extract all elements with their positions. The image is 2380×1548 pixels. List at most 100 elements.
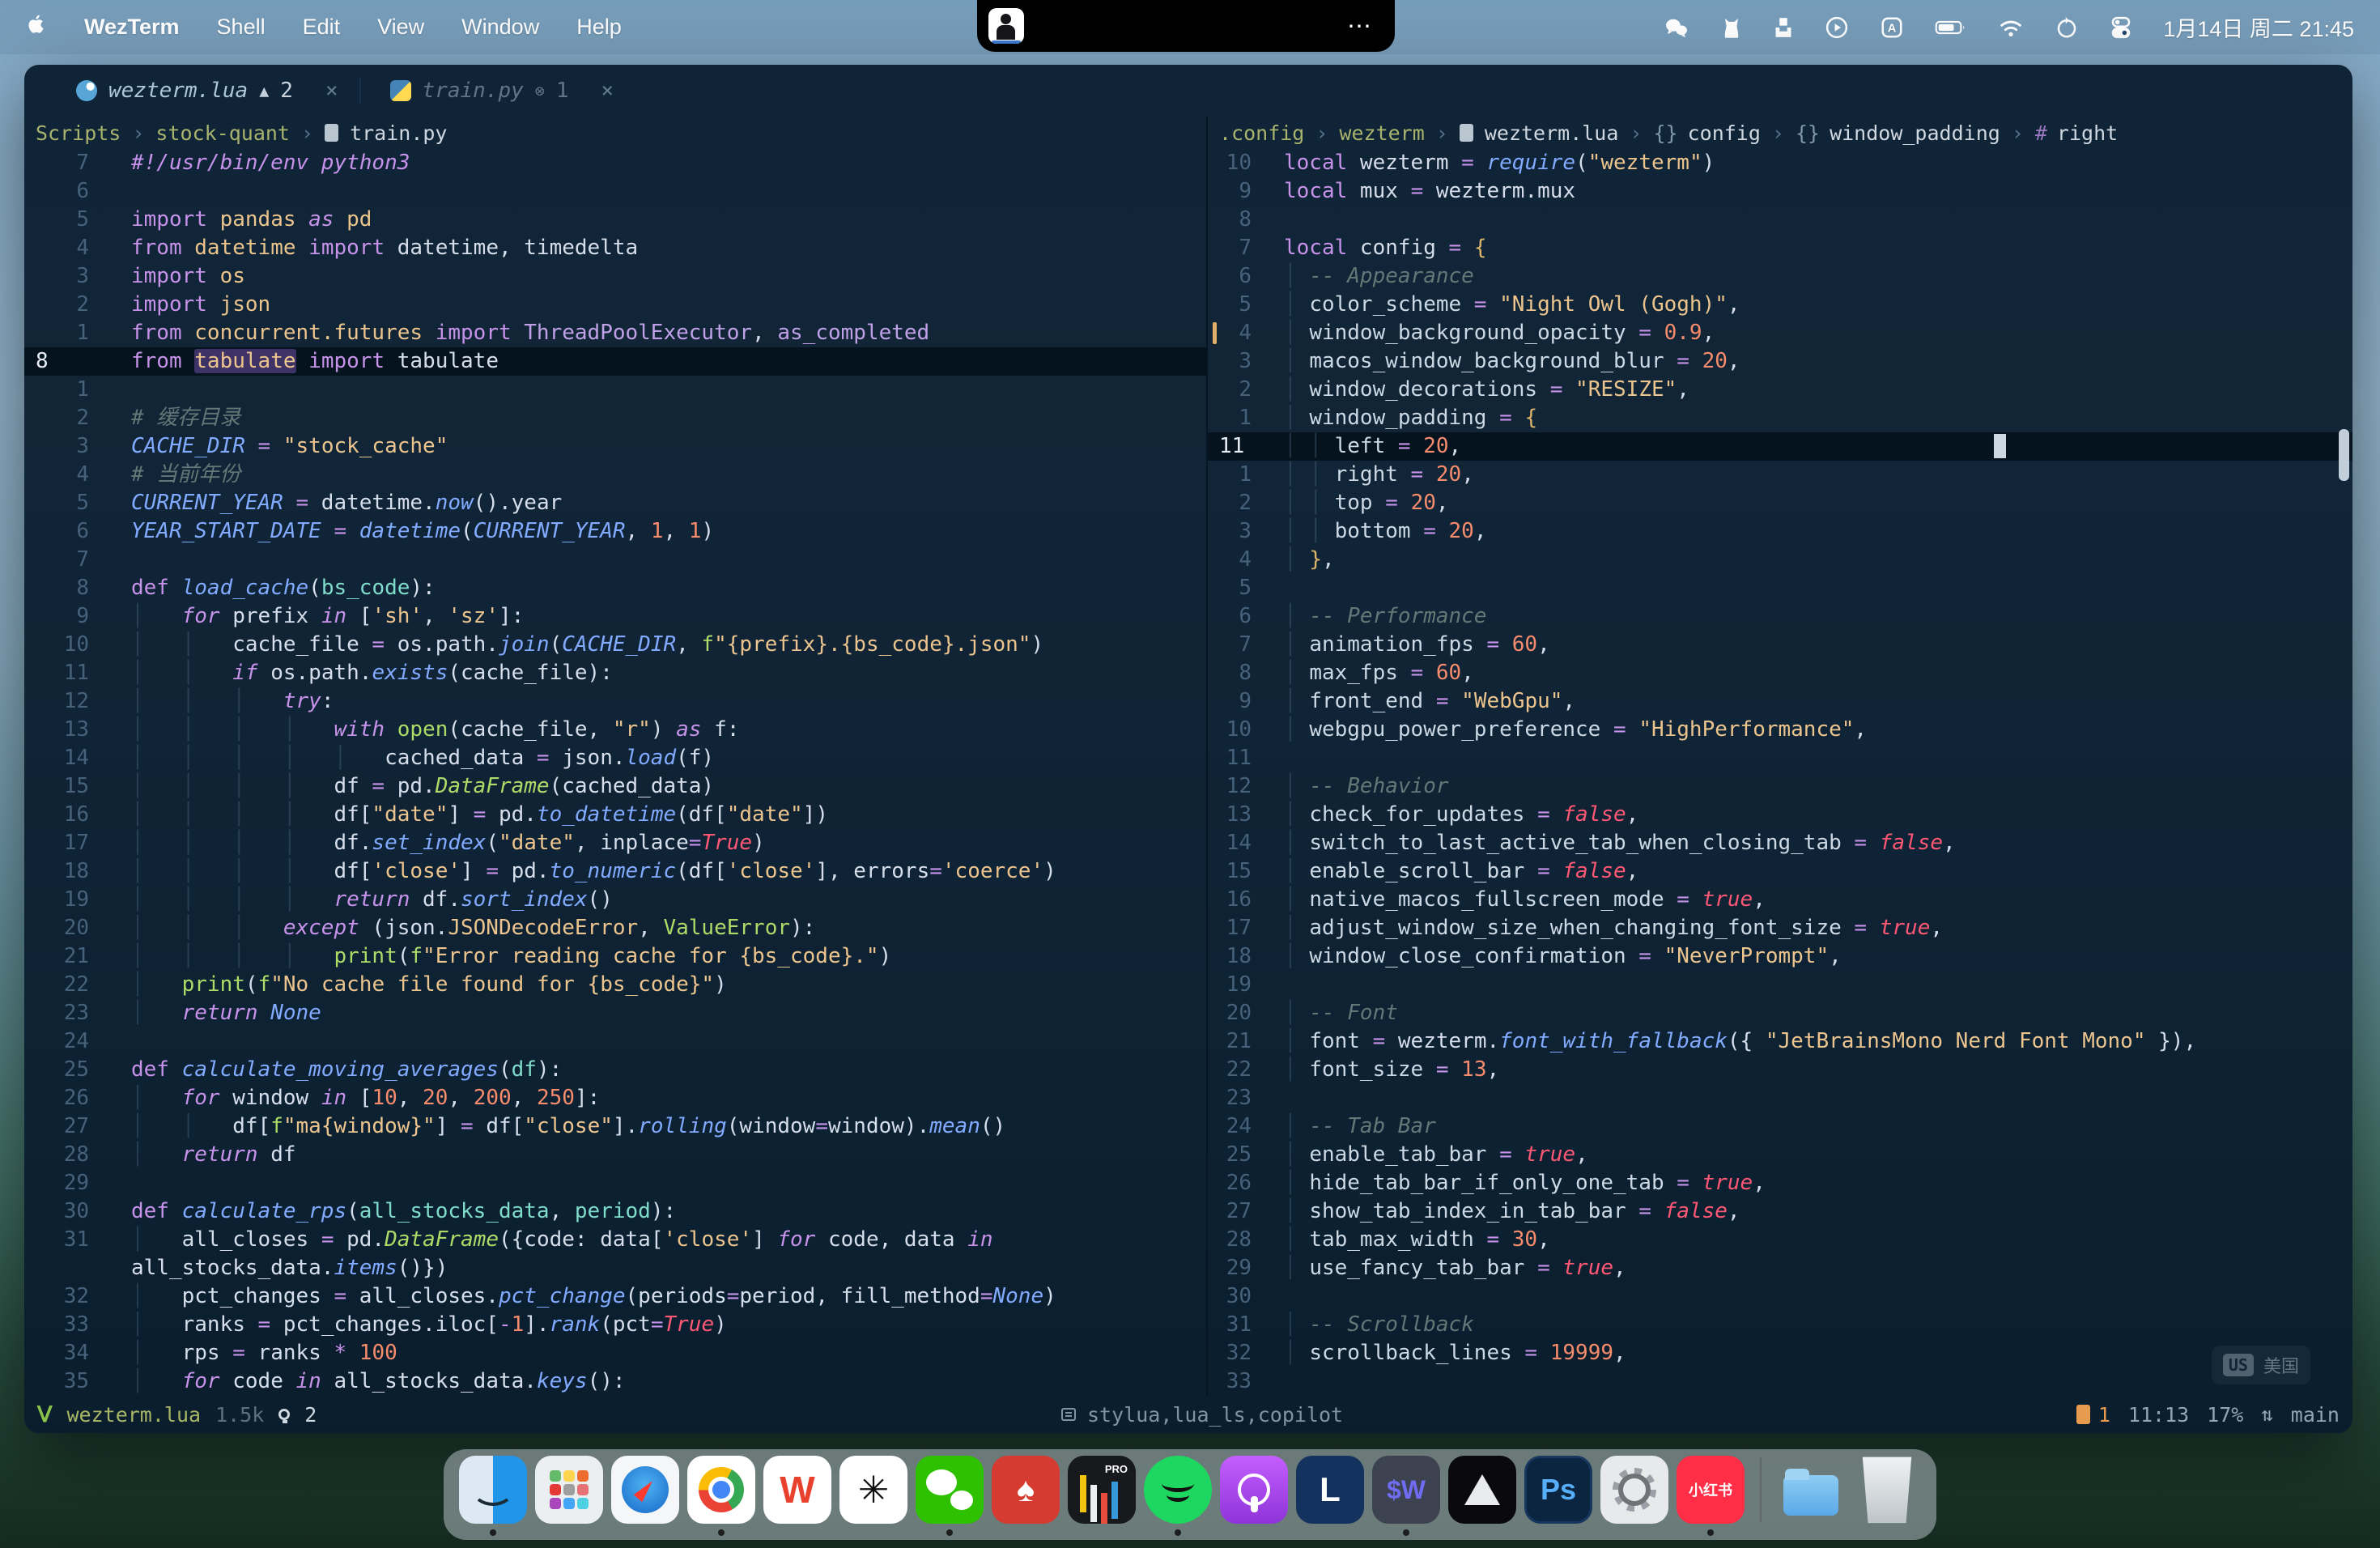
ime-label: 美国: [2263, 1352, 2299, 1378]
breadcrumb-left: Scripts›stock-quant›train.py: [24, 117, 1206, 149]
menu-item-edit[interactable]: Edit: [303, 15, 341, 40]
code-line: 28│ return df: [24, 1141, 1206, 1169]
code-line: 25│ enable_tab_bar = true,: [1208, 1141, 2352, 1169]
xiaohongshu-icon: 小红书: [1677, 1456, 1745, 1524]
wechat-icon[interactable]: [1663, 15, 1690, 40]
breadcrumb-segment: ›: [2000, 121, 2035, 145]
code-line: 3CACHE_DIR = "stock_cache": [24, 432, 1206, 461]
chatgpt-icon: ✳: [839, 1456, 907, 1524]
dock-item-wechat[interactable]: [916, 1456, 984, 1524]
menu-item-help[interactable]: Help: [576, 15, 622, 40]
dock-item-wps[interactable]: W: [763, 1456, 831, 1524]
dock-item-xiaohongshu[interactable]: 小红书: [1677, 1456, 1745, 1524]
code-line: 9│ front_end = "WebGpu",: [1208, 687, 2352, 716]
dock-item-settings[interactable]: [1600, 1456, 1668, 1524]
code-line: 26│ hide_tab_bar_if_only_one_tab = true,: [1208, 1169, 2352, 1197]
control-center-icon[interactable]: [2110, 15, 2132, 40]
dock-item-poker[interactable]: ♠: [992, 1456, 1060, 1524]
dock-item-trash[interactable]: [1853, 1456, 1921, 1524]
code-line: 5│ color_scheme = "Night Owl (Gogh)",: [1208, 291, 2352, 319]
editor-pane-right[interactable]: .config›wezterm›wezterm.lua›{}config›{}w…: [1206, 117, 2352, 1396]
breadcrumb-right: .config›wezterm›wezterm.lua›{}config›{}w…: [1208, 117, 2352, 149]
code-line: 20│ -- Font: [1208, 999, 2352, 1027]
code-line: 11│ │ left = 20,: [1208, 432, 2352, 461]
wifi-icon[interactable]: [1998, 15, 2024, 40]
hint-count: 2: [304, 1403, 317, 1427]
dock-item-podcasts[interactable]: [1220, 1456, 1288, 1524]
running-indicator: [946, 1529, 953, 1536]
git-branch-icon: ⇅: [2261, 1403, 2272, 1426]
sync-icon[interactable]: [2055, 15, 2079, 40]
running-indicator: [1175, 1529, 1181, 1536]
safari-icon: [611, 1456, 679, 1524]
breadcrumb-segment: {}: [1653, 121, 1687, 145]
dock-item-photoshop[interactable]: Ps: [1524, 1456, 1592, 1524]
code-line: 14│ │ │ │ │ cached_data = json.load(f): [24, 744, 1206, 772]
dock-item-sw[interactable]: $W: [1372, 1456, 1440, 1524]
cat-icon[interactable]: [1721, 15, 1742, 40]
breadcrumb-segment: ›: [290, 121, 325, 145]
breadcrumb-segment: right: [2057, 121, 2118, 145]
vim-mode-icon: Ⅴ: [37, 1402, 52, 1427]
code-line: 22│ print(f"No cache file found for {bs_…: [24, 971, 1206, 999]
code-line: 21│ │ │ │ print(f"Error reading cache fo…: [24, 942, 1206, 971]
code-line: 3import os: [24, 262, 1206, 291]
notch-media-widget[interactable]: ⋯: [977, 0, 1395, 52]
code-line: 21│ font = wezterm.font_with_fallback({ …: [1208, 1027, 2352, 1056]
code-line: 27│ │ df[f"ma{window}"] = df["close"].ro…: [24, 1112, 1206, 1141]
dock-item-lapp[interactable]: L: [1296, 1456, 1364, 1524]
code-line: 27│ show_tab_index_in_tab_bar = false,: [1208, 1197, 2352, 1226]
right-code: 10local wezterm = require("wezterm")9loc…: [1208, 149, 2352, 1396]
tab-train-py[interactable]: train.py ⊗ 1 ×: [382, 79, 623, 103]
code-line: 16│ │ │ │ df["date"] = pd.to_datetime(df…: [24, 801, 1206, 829]
dock-divider: [1760, 1457, 1762, 1522]
menu-item-window[interactable]: Window: [461, 15, 539, 40]
apple-menu-icon[interactable]: [26, 12, 47, 42]
dock-item-finder[interactable]: [459, 1456, 527, 1524]
tab-title: wezterm.lua: [108, 79, 248, 103]
tab-wezterm-lua[interactable]: wezterm.lua ▲ 2 ×: [68, 79, 346, 103]
scrollbar-thumb[interactable]: [2339, 429, 2349, 481]
dock-item-downloads[interactable]: [1777, 1456, 1845, 1524]
breadcrumb-segment: ›: [1304, 121, 1339, 145]
prism-icon: [1448, 1456, 1516, 1524]
cursor-position: 11:13: [2128, 1403, 2189, 1427]
code-line: 4from datetime import datetime, timedelt…: [24, 234, 1206, 262]
code-line: 7│ animation_fps = 60,: [1208, 631, 2352, 659]
close-tab-icon[interactable]: ×: [601, 79, 614, 103]
sw-icon: $W: [1372, 1456, 1440, 1524]
play-circle-icon[interactable]: [1825, 15, 1849, 40]
code-line: 2│ window_decorations = "RESIZE",: [1208, 376, 2352, 404]
dock-item-prism[interactable]: [1448, 1456, 1516, 1524]
code-line: 8│ max_fps = 60,: [1208, 659, 2352, 687]
dock-item-chatgpt[interactable]: ✳: [839, 1456, 907, 1524]
breadcrumb-segment: window_padding: [1830, 121, 2000, 145]
code-line: 9│ for prefix in ['sh', 'sz']:: [24, 602, 1206, 631]
menu-item-view[interactable]: View: [377, 15, 424, 40]
code-line: 6: [24, 177, 1206, 206]
lua-file-icon: [76, 80, 97, 101]
code-line: 33: [1208, 1367, 2352, 1396]
code-line: 11│ │ if os.path.exists(cache_file):: [24, 659, 1206, 687]
code-line: 13│ │ │ │ with open(cache_file, "r") as …: [24, 716, 1206, 744]
code-line: 29: [24, 1169, 1206, 1197]
menu-item-shell[interactable]: Shell: [217, 15, 266, 40]
dock-item-launchpad[interactable]: [535, 1456, 603, 1524]
code-line: 6│ -- Appearance: [1208, 262, 2352, 291]
code-line: 4│ window_background_opacity = 0.9,: [1208, 319, 2352, 347]
battery-icon[interactable]: [1935, 15, 1967, 40]
dock-item-spotify[interactable]: [1144, 1456, 1212, 1524]
dock-item-safari[interactable]: [611, 1456, 679, 1524]
breadcrumb-segment: ›: [1618, 121, 1653, 145]
code-line: 1│ │ right = 20,: [1208, 461, 2352, 489]
code-line: 24│ -- Tab Bar: [1208, 1112, 2352, 1141]
menu-clock[interactable]: 1月14日 周二 21:45: [2163, 11, 2354, 43]
input-source-icon[interactable]: A: [1880, 15, 1904, 40]
close-tab-icon[interactable]: ×: [325, 79, 338, 103]
menu-app-name[interactable]: WezTerm: [84, 15, 180, 40]
deploy-icon[interactable]: [1773, 15, 1794, 40]
editor-pane-left[interactable]: Scripts›stock-quant›train.py 7#!/usr/bin…: [24, 117, 1206, 1396]
dock-item-stocks[interactable]: PRO: [1068, 1456, 1136, 1524]
dock-item-chrome[interactable]: [687, 1456, 755, 1524]
ellipsis-icon[interactable]: ⋯: [1347, 12, 1374, 40]
